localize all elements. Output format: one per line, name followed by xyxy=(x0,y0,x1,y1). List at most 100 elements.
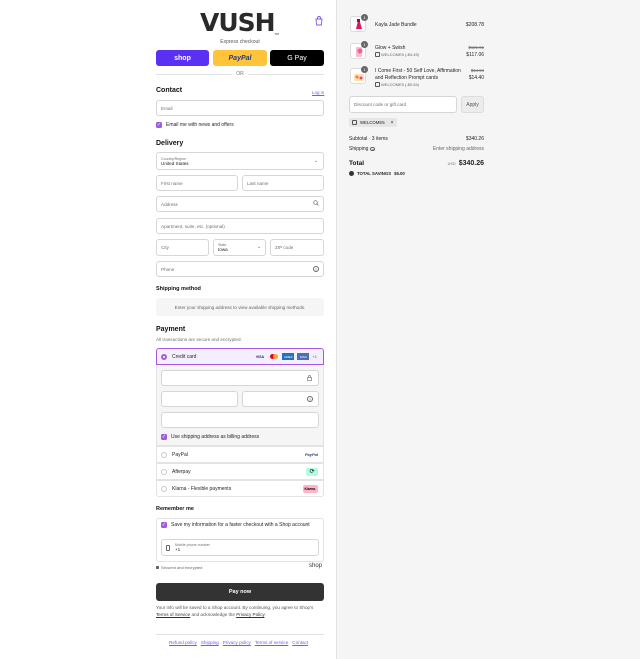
shipping-policy-link[interactable]: Shipping xyxy=(201,640,219,645)
paypal-logo: PayPal xyxy=(304,452,318,457)
more-cards-count: +1 xyxy=(312,354,317,359)
billing-checkbox[interactable]: ✓ xyxy=(161,434,167,440)
afterpay-option[interactable]: Afterpay ⟳ xyxy=(156,463,324,480)
privacy-link[interactable]: Privacy Policy xyxy=(236,612,264,617)
credit-card-radio[interactable] xyxy=(161,353,167,360)
savings-value: $5.00 xyxy=(394,171,405,176)
billing-label: Use shipping address as billing address xyxy=(171,434,260,440)
paypal-button[interactable]: PayPal xyxy=(213,50,267,66)
item-discount: WELCOME5 (-$4.45) xyxy=(375,52,419,57)
country-select[interactable]: Country/Region United States xyxy=(156,152,324,170)
zip-placeholder: ZIP code xyxy=(275,245,294,250)
address-field[interactable]: Address xyxy=(156,196,324,212)
applied-discount-tag: WELCOME5 × xyxy=(349,118,397,127)
discover-icon: DISC xyxy=(297,353,310,360)
mobile-icon xyxy=(166,544,170,551)
paypal-option[interactable]: PayPal PayPal xyxy=(156,446,324,463)
afterpay-radio[interactable] xyxy=(161,468,167,475)
product-thumbnail: 1 xyxy=(350,14,368,32)
or-divider: OR xyxy=(232,71,248,77)
save-info-row[interactable]: ✓ Save my information for a faster check… xyxy=(161,522,310,528)
item-name: Kayla Jade Bundle xyxy=(375,22,417,28)
shipping-method-note: Enter your shipping address to view avai… xyxy=(156,298,324,316)
shipping-label: Shipping xyxy=(349,146,369,152)
credit-card-option[interactable]: Credit card VISA AMEX DISC +1 xyxy=(156,348,324,365)
apply-label: Apply xyxy=(466,101,479,108)
product-thumbnail: 1 xyxy=(350,66,368,84)
afterpay-logo: ⟳ xyxy=(306,467,318,476)
quantity-badge: 1 xyxy=(361,41,368,48)
discount-code-field[interactable]: Discount code or gift card xyxy=(349,96,457,113)
applied-code: WELCOME5 xyxy=(360,120,385,125)
google-pay-button[interactable]: G Pay xyxy=(270,50,324,66)
email-field[interactable]: Email xyxy=(156,100,324,116)
cart-icon[interactable] xyxy=(314,16,324,26)
chevron-down-icon: ⌄ xyxy=(314,158,319,164)
name-on-card-field[interactable] xyxy=(161,412,319,428)
first-name-placeholder: First name xyxy=(161,180,183,186)
help-icon[interactable]: ? xyxy=(370,146,375,152)
zip-field[interactable]: ZIP code xyxy=(270,239,324,256)
shipping-row: Shipping ? xyxy=(349,146,375,152)
tag-icon xyxy=(349,171,354,176)
shop-logo: shop xyxy=(309,563,323,569)
mobile-phone-value: +1 xyxy=(175,547,181,552)
total-label: Total xyxy=(349,160,365,167)
item-price: $208.78 xyxy=(465,22,484,28)
email-placeholder: Email xyxy=(161,105,173,111)
express-checkout-title: Express checkout xyxy=(220,39,260,45)
mobile-phone-field[interactable]: Mobile phone number +1 xyxy=(161,539,319,556)
pay-now-label: Pay now xyxy=(228,589,252,595)
terms-link[interactable]: Terms of Service xyxy=(156,612,190,617)
login-link[interactable]: Log in xyxy=(312,90,324,95)
remember-me-heading: Remember me xyxy=(156,506,194,512)
shop-pay-label: shop xyxy=(174,54,191,62)
trademark: TM xyxy=(274,32,279,36)
pay-now-button[interactable]: Pay now xyxy=(156,583,324,601)
fine-text-2: and acknowledge the xyxy=(190,611,237,617)
phone-field[interactable]: Phone xyxy=(156,261,324,277)
tag-icon xyxy=(375,82,380,87)
paypal-label: PayPal xyxy=(228,54,252,62)
search-icon xyxy=(313,200,319,208)
currency-code: USD xyxy=(447,162,456,166)
shop-pay-button[interactable]: shop xyxy=(156,50,209,66)
city-field[interactable]: City xyxy=(156,239,209,256)
privacy-policy-link[interactable]: Privacy policy xyxy=(223,640,251,645)
payment-heading: Payment xyxy=(156,326,186,333)
discount-placeholder: Discount code or gift card xyxy=(354,102,407,107)
last-name-field[interactable]: Last name xyxy=(242,175,324,191)
help-icon[interactable]: ? xyxy=(313,266,319,272)
secured-label: Secured and encrypted xyxy=(161,565,203,570)
mastercard-icon xyxy=(268,353,279,360)
logo-text: VUSH xyxy=(200,8,276,37)
klarna-option[interactable]: Klarna - Flexible payments Klarna. xyxy=(156,480,324,497)
expiration-field[interactable] xyxy=(161,391,238,407)
contact-link[interactable]: Contact xyxy=(292,640,308,645)
klarna-radio[interactable] xyxy=(161,485,167,492)
save-info-label: Save my information for a faster checkou… xyxy=(171,522,310,528)
visa-icon: VISA xyxy=(255,354,265,359)
tag-icon xyxy=(352,120,357,125)
news-checkbox[interactable]: ✓ xyxy=(156,122,162,128)
card-number-field[interactable] xyxy=(161,370,319,386)
secured-note: Secured and encrypted xyxy=(156,565,202,570)
news-label: Email me with news and offers xyxy=(166,122,234,128)
tag-icon xyxy=(375,52,380,57)
apply-button[interactable]: Apply xyxy=(461,96,484,113)
billing-checkbox-row[interactable]: ✓ Use shipping address as billing addres… xyxy=(161,434,259,440)
close-icon[interactable]: × xyxy=(391,120,394,126)
chevron-down-icon: ⌄ xyxy=(257,244,262,250)
save-info-checkbox[interactable]: ✓ xyxy=(161,522,167,528)
total-row: USD $340.26 xyxy=(420,160,484,167)
brand-logo[interactable]: VUSHTM xyxy=(200,8,280,37)
refund-policy-link[interactable]: Refund policy xyxy=(169,640,197,645)
first-name-field[interactable]: First name xyxy=(156,175,238,191)
credit-card-label: Credit card xyxy=(172,353,197,360)
news-checkbox-row[interactable]: ✓ Email me with news and offers xyxy=(156,122,234,128)
card-logos: VISA AMEX DISC +1 xyxy=(254,353,323,360)
help-icon[interactable]: ? xyxy=(307,396,313,402)
apartment-field[interactable]: Apartment, suite, etc. (optional) xyxy=(156,218,324,234)
paypal-radio[interactable] xyxy=(161,451,167,458)
terms-of-service-link[interactable]: Terms of service xyxy=(255,640,288,645)
